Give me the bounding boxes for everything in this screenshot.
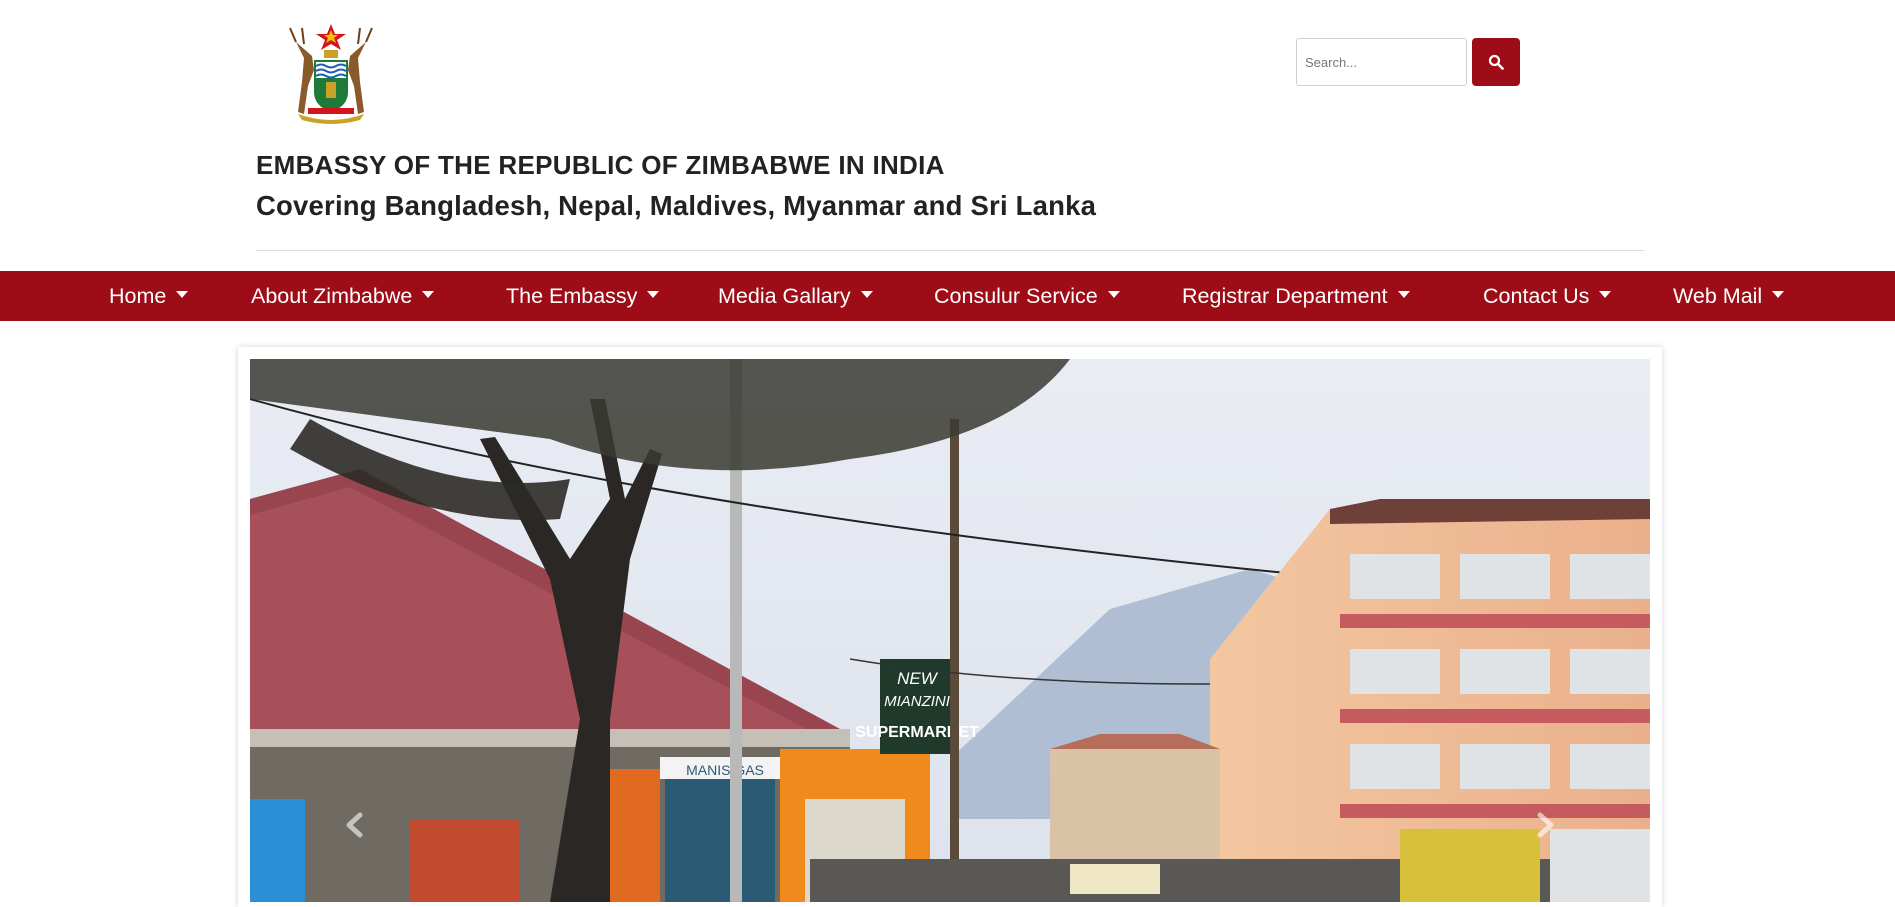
nav-label: Web Mail: [1673, 284, 1763, 308]
caret-down-icon: [422, 290, 435, 298]
nav-label: Home: [109, 284, 167, 308]
gas-sign-text: MANIS GAS: [686, 762, 764, 778]
nav-web-mail[interactable]: Web Mail: [1673, 271, 1785, 321]
caret-down-icon: [1397, 290, 1410, 298]
chevron-right-icon: [1537, 812, 1554, 838]
carousel-slide-image[interactable]: NEW MIANZINI SUPERMARKET MANIS GAS: [250, 359, 1650, 902]
nav-label: Registrar Department: [1182, 284, 1388, 308]
site-header: EMBASSY OF THE REPUBLIC OF ZIMBABWE IN I…: [0, 0, 1895, 271]
caret-down-icon: [1107, 290, 1120, 298]
sign-text-mianzini: MIANZINI: [884, 693, 950, 710]
caret-down-icon: [647, 290, 660, 298]
embassy-title: EMBASSY OF THE REPUBLIC OF ZIMBABWE IN I…: [256, 150, 945, 180]
sign-text-new: NEW: [897, 669, 939, 688]
nav-label: Contact Us: [1483, 284, 1590, 308]
nav-registrar-department[interactable]: Registrar Department: [1182, 271, 1410, 321]
sign-text-supermarket: SUPERMARKET: [855, 724, 979, 741]
nav-label: Consulur Service: [934, 284, 1098, 308]
caret-down-icon: [860, 290, 873, 298]
header-divider: [256, 250, 1644, 251]
nav-label: Media Gallary: [718, 284, 851, 308]
main-navigation: Home About Zimbabwe The Embassy Media Ga…: [0, 271, 1895, 321]
chevron-left-icon: [346, 812, 363, 838]
search-icon: [1488, 54, 1504, 70]
search-button[interactable]: [1472, 38, 1520, 86]
search-input[interactable]: [1296, 38, 1467, 86]
search-form: [1296, 38, 1520, 86]
nav-contact-us[interactable]: Contact Us: [1483, 271, 1612, 321]
caret-down-icon: [1599, 290, 1612, 298]
nav-label: The Embassy: [506, 284, 638, 308]
caret-down-icon: [1772, 290, 1785, 298]
carousel-prev-button[interactable]: [335, 805, 375, 845]
nav-about-zimbabwe[interactable]: About Zimbabwe: [251, 271, 435, 321]
caret-down-icon: [176, 290, 189, 298]
nav-label: About Zimbabwe: [251, 284, 413, 308]
coat-of-arms-logo[interactable]: [278, 22, 384, 126]
embassy-subtitle: Covering Bangladesh, Nepal, Maldives, My…: [256, 190, 1097, 221]
nav-media-gallary[interactable]: Media Gallary: [718, 271, 873, 321]
nav-the-embassy[interactable]: The Embassy: [506, 271, 660, 321]
nav-consulur-service[interactable]: Consulur Service: [934, 271, 1120, 321]
nav-home[interactable]: Home: [109, 271, 189, 321]
carousel-next-button[interactable]: [1525, 805, 1565, 845]
